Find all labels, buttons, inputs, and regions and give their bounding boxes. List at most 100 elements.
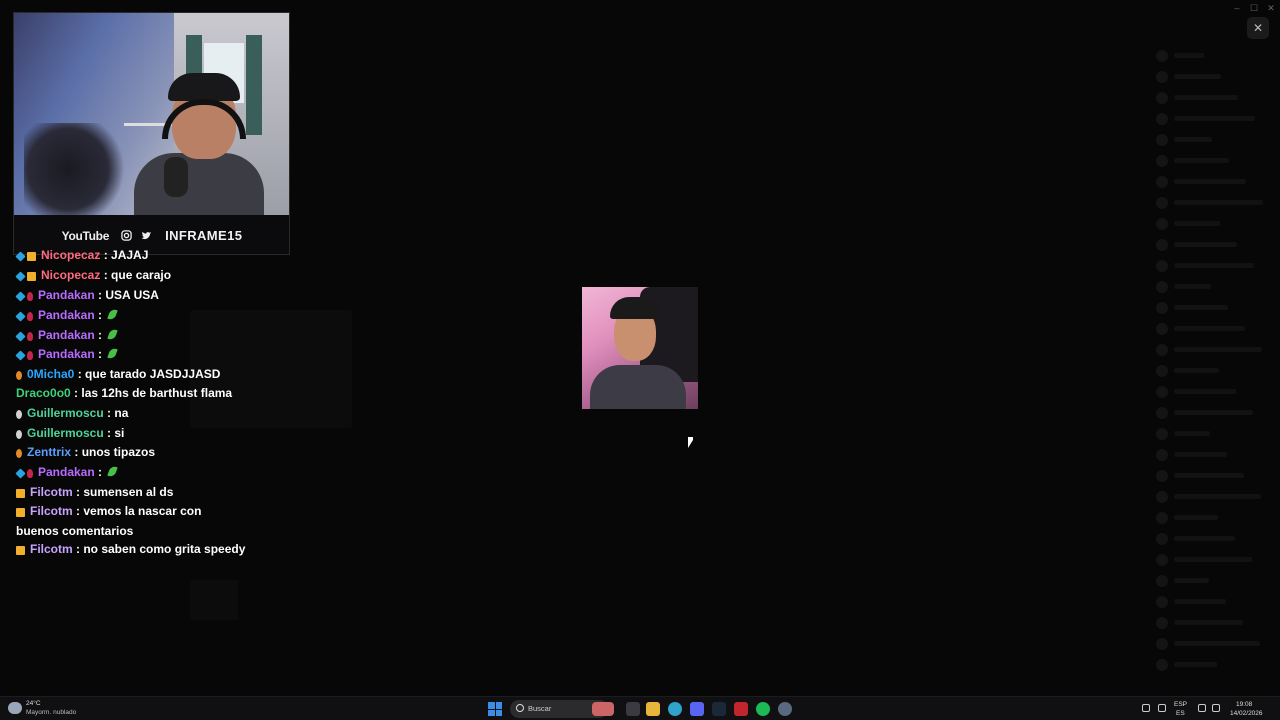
webcam-feed bbox=[14, 13, 289, 215]
chat-username[interactable]: 0Micha0 bbox=[27, 367, 74, 381]
channel-handle: INFRAME15 bbox=[165, 228, 243, 243]
chat-text: unos tipazos bbox=[81, 445, 156, 459]
language-indicator[interactable]: ESP bbox=[1174, 701, 1187, 708]
network-icon[interactable] bbox=[1198, 704, 1206, 712]
chat-username[interactable]: Guillermoscu bbox=[27, 406, 104, 420]
chat-separator: : bbox=[94, 308, 106, 322]
member-name-placeholder bbox=[1174, 578, 1209, 583]
maximize-icon[interactable]: ☐ bbox=[1247, 2, 1261, 14]
avatar bbox=[1156, 386, 1168, 398]
background-member-row bbox=[1156, 533, 1266, 545]
chat-message: Filcotm : vemos la nascar con buenos com… bbox=[16, 503, 246, 540]
background-member-row bbox=[1156, 491, 1266, 503]
chat-badges bbox=[15, 249, 38, 267]
member-name-placeholder bbox=[1174, 305, 1228, 310]
background-member-row bbox=[1156, 302, 1266, 314]
chat-badges bbox=[15, 466, 35, 484]
chat-message: Pandakan : USA USA bbox=[15, 287, 246, 307]
avatar bbox=[1156, 491, 1168, 503]
chat-separator: : bbox=[74, 367, 86, 381]
background-member-row bbox=[1156, 470, 1266, 482]
close-window-icon[interactable]: ✕ bbox=[1264, 2, 1278, 14]
member-name-placeholder bbox=[1174, 284, 1211, 289]
avatar bbox=[1156, 428, 1168, 440]
chat-text: las 12hs de barthust flama bbox=[81, 386, 233, 400]
white-badge-icon bbox=[16, 430, 22, 439]
member-name-placeholder bbox=[1174, 662, 1217, 667]
avatar bbox=[1156, 512, 1168, 524]
background-member-row bbox=[1156, 281, 1266, 293]
chat-username[interactable]: Zenttrix bbox=[27, 445, 71, 459]
file-explorer-icon[interactable] bbox=[646, 702, 660, 716]
cube-badge-icon bbox=[15, 468, 26, 479]
chat-separator: : bbox=[72, 485, 84, 499]
avatar bbox=[1156, 113, 1168, 125]
chat-overlay: Nicopecaz : JAJAJ Nicopecaz : que carajo P… bbox=[15, 247, 246, 567]
chat-username[interactable]: Draco0o0 bbox=[16, 386, 71, 400]
gem-badge-icon bbox=[27, 312, 33, 321]
avatar bbox=[1156, 554, 1168, 566]
background-member-row bbox=[1156, 554, 1266, 566]
clock-date[interactable]: 14/02/2026 bbox=[1230, 710, 1263, 717]
chat-username[interactable]: Filcotm bbox=[30, 504, 73, 518]
minimize-icon[interactable]: – bbox=[1230, 2, 1244, 14]
chat-username[interactable]: Guillermoscu bbox=[27, 426, 104, 440]
chat-text: que tarado JASDJJASD bbox=[85, 367, 221, 381]
background-member-row bbox=[1156, 113, 1266, 125]
chat-badges bbox=[15, 348, 35, 366]
task-view-icon[interactable] bbox=[626, 702, 640, 716]
taskbar: 24°C Mayorm. nublado Buscar ESP ES 19:08… bbox=[0, 696, 1280, 720]
edge-icon[interactable] bbox=[668, 702, 682, 716]
member-name-placeholder bbox=[1174, 326, 1245, 331]
spotify-icon[interactable] bbox=[756, 702, 770, 716]
member-name-placeholder bbox=[1174, 452, 1227, 457]
background-member-row bbox=[1156, 218, 1266, 230]
overlay-close-button[interactable]: ✕ bbox=[1247, 17, 1269, 39]
settings-icon[interactable] bbox=[778, 702, 792, 716]
chat-username[interactable]: Nicopecaz bbox=[41, 248, 100, 262]
member-name-placeholder bbox=[1174, 200, 1263, 205]
crown-badge-icon bbox=[16, 489, 25, 498]
start-button[interactable] bbox=[488, 702, 502, 716]
chat-username[interactable]: Nicopecaz bbox=[41, 268, 100, 282]
background-member-row bbox=[1156, 575, 1266, 587]
avatar bbox=[1156, 92, 1168, 104]
chat-badges bbox=[16, 543, 27, 561]
clock-time[interactable]: 19:08 bbox=[1236, 701, 1252, 708]
chat-badges bbox=[16, 486, 27, 504]
chat-username[interactable]: Pandakan bbox=[38, 328, 95, 342]
chat-message: Pandakan : bbox=[15, 327, 246, 347]
chat-username[interactable]: Pandakan bbox=[38, 288, 95, 302]
member-name-placeholder bbox=[1174, 557, 1252, 562]
avatar bbox=[1156, 323, 1168, 335]
background-image-placeholder bbox=[190, 580, 238, 620]
chat-username[interactable]: Filcotm bbox=[30, 485, 73, 499]
system-tray: ESP ES 19:08 14/02/2026 bbox=[1142, 699, 1272, 719]
member-name-placeholder bbox=[1174, 641, 1260, 646]
tray-chevron-icon[interactable] bbox=[1142, 704, 1150, 712]
steam-icon[interactable] bbox=[712, 702, 726, 716]
background-member-row bbox=[1156, 407, 1266, 419]
chat-username[interactable]: Pandakan bbox=[38, 347, 95, 361]
member-name-placeholder bbox=[1174, 242, 1237, 247]
cube-badge-icon bbox=[15, 251, 26, 262]
chat-message: Guillermoscu : na bbox=[16, 405, 246, 425]
chat-text: si bbox=[114, 426, 125, 440]
tray-app-icon[interactable] bbox=[1158, 704, 1166, 712]
chat-username[interactable]: Filcotm bbox=[30, 542, 73, 556]
member-name-placeholder bbox=[1174, 263, 1254, 268]
member-name-placeholder bbox=[1174, 515, 1218, 520]
discord-icon[interactable] bbox=[690, 702, 704, 716]
avatar bbox=[1156, 50, 1168, 62]
game-launcher-icon[interactable] bbox=[734, 702, 748, 716]
chat-text: JAJAJ bbox=[111, 248, 149, 262]
volume-icon[interactable] bbox=[1212, 704, 1220, 712]
search-highlight-icon bbox=[592, 702, 614, 716]
cube-badge-icon bbox=[15, 271, 26, 282]
chat-username[interactable]: Pandakan bbox=[38, 308, 95, 322]
chat-message: Filcotm : no saben como grita speedy bbox=[16, 541, 246, 561]
avatar bbox=[1156, 344, 1168, 356]
chat-username[interactable]: Pandakan bbox=[38, 465, 95, 479]
gem-badge-icon bbox=[27, 292, 33, 301]
taskbar-search[interactable]: Buscar bbox=[510, 700, 614, 718]
